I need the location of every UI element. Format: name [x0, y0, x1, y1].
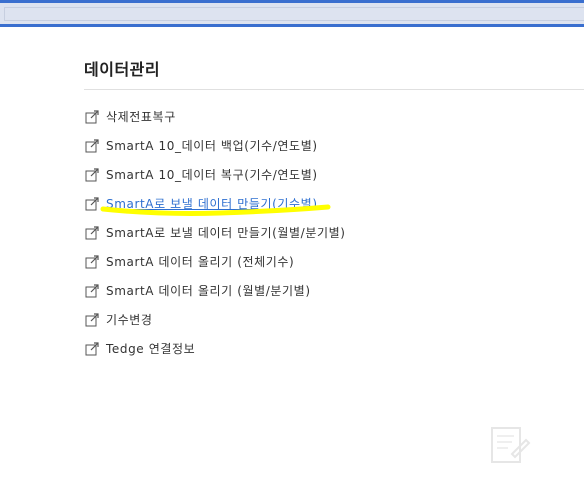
external-link-icon	[85, 109, 99, 123]
menu-item-label: SmartA 데이터 올리기 (전체기수)	[106, 255, 295, 269]
external-link-icon	[85, 254, 99, 268]
external-link-icon	[85, 225, 99, 239]
menu-item-export-by-month-quarter[interactable]: SmartA로 보낼 데이터 만들기(월별/분기별)	[85, 218, 346, 247]
menu-item-export-by-period[interactable]: SmartA로 보낼 데이터 만들기(기수별)	[85, 189, 346, 218]
menu-item-upload-month-quarter[interactable]: SmartA 데이터 올리기 (월별/분기별)	[85, 276, 346, 305]
section-divider	[84, 89, 584, 90]
section-title: 데이터관리	[84, 60, 161, 79]
menu-item-label: SmartA 10_데이터 복구(기수/연도별)	[106, 168, 318, 182]
external-link-icon	[85, 138, 99, 152]
menu-list: 삭제전표복구 SmartA 10_데이터 백업(기수/연도별) SmartA 1…	[85, 102, 346, 363]
external-link-icon	[85, 341, 99, 355]
menu-item-label: 기수변경	[106, 313, 153, 327]
top-bar	[0, 0, 584, 27]
menu-item-label: SmartA 10_데이터 백업(기수/연도별)	[106, 139, 318, 153]
menu-item-label: 삭제전표복구	[106, 110, 176, 124]
page: 데이터관리 삭제전표복구 SmartA 10_데이터 백업(기수/연도별) Sm…	[0, 0, 584, 480]
external-link-icon	[85, 167, 99, 181]
external-link-icon	[85, 312, 99, 326]
document-watermark-icon	[491, 427, 531, 463]
external-link-icon	[85, 283, 99, 297]
menu-item-upload-all-periods[interactable]: SmartA 데이터 올리기 (전체기수)	[85, 247, 346, 276]
menu-item-label: SmartA로 보낼 데이터 만들기(기수별)	[106, 197, 318, 211]
menu-item-deleted-voucher-restore[interactable]: 삭제전표복구	[85, 102, 346, 131]
menu-item-data-backup[interactable]: SmartA 10_데이터 백업(기수/연도별)	[85, 131, 346, 160]
menu-item-tedge-connection[interactable]: Tedge 연결정보	[85, 334, 346, 363]
top-bar-inner	[4, 7, 584, 21]
menu-item-data-restore[interactable]: SmartA 10_데이터 복구(기수/연도별)	[85, 160, 346, 189]
external-link-icon	[85, 196, 99, 210]
menu-item-change-period[interactable]: 기수변경	[85, 305, 346, 334]
menu-item-label: Tedge 연결정보	[106, 342, 196, 356]
menu-item-label: SmartA 데이터 올리기 (월별/분기별)	[106, 284, 311, 298]
menu-item-label: SmartA로 보낼 데이터 만들기(월별/분기별)	[106, 226, 346, 240]
